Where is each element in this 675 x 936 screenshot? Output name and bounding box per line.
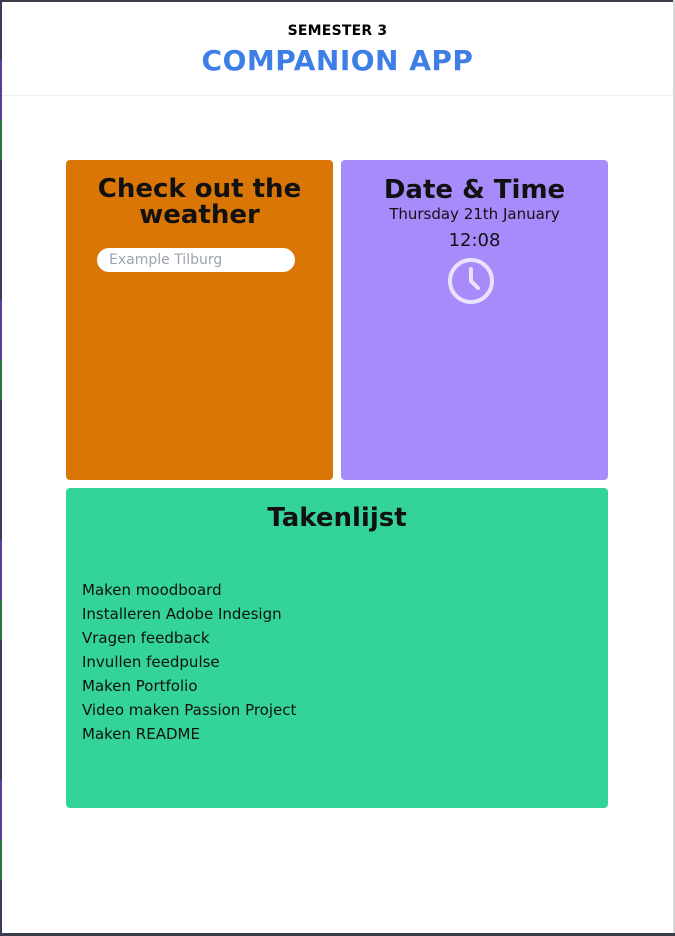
task-item: Vragen feedback bbox=[82, 629, 210, 647]
weather-title: Check out the weather bbox=[97, 174, 302, 230]
task-item: Installeren Adobe Indesign bbox=[82, 605, 282, 623]
task-list: Maken moodboard Installeren Adobe Indesi… bbox=[82, 578, 296, 746]
app-window: SEMESTER 3 COMPANION APP Check out the w… bbox=[2, 2, 673, 933]
weather-card: Check out the weather bbox=[66, 160, 333, 480]
datetime-card: Date & Time Thursday 21th January 12:08 bbox=[341, 160, 608, 480]
task-item: Maken moodboard bbox=[82, 581, 222, 599]
semester-label: SEMESTER 3 bbox=[287, 23, 388, 39]
current-date: Thursday 21th January bbox=[389, 205, 560, 223]
current-time: 12:08 bbox=[448, 230, 501, 251]
task-list-card: Takenlijst Maken moodboard Installeren A… bbox=[66, 488, 608, 808]
app-title: COMPANION APP bbox=[201, 44, 474, 77]
city-search-input[interactable] bbox=[97, 248, 295, 272]
task-item: Invullen feedpulse bbox=[82, 653, 220, 671]
task-item: Maken Portfolio bbox=[82, 677, 198, 695]
app-header: SEMESTER 3 COMPANION APP bbox=[2, 2, 673, 96]
task-list-title: Takenlijst bbox=[267, 503, 407, 533]
task-item: Maken README bbox=[82, 725, 200, 743]
datetime-title: Date & Time bbox=[383, 175, 566, 205]
clock-icon bbox=[448, 258, 494, 304]
task-item: Video maken Passion Project bbox=[82, 701, 297, 719]
